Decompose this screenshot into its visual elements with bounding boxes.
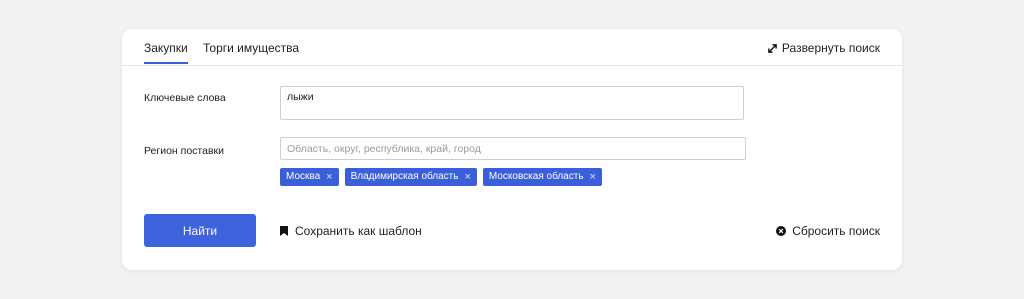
tab-property-auctions[interactable]: Торги имущества (203, 41, 299, 55)
find-button[interactable]: Найти (144, 214, 256, 247)
region-chip-label: Москва (286, 171, 321, 182)
remove-chip-icon[interactable]: × (590, 168, 596, 186)
save-template-label: Сохранить как шаблон (295, 224, 422, 238)
expand-search-label: Развернуть поиск (781, 41, 880, 55)
region-chip-label: Московская область (488, 171, 584, 182)
save-template-link[interactable]: Сохранить как шаблон (280, 224, 422, 238)
expand-search-link[interactable]: Развернуть поиск (768, 41, 880, 55)
tab-purchases[interactable]: Закупки (144, 41, 188, 64)
reset-search-link[interactable]: Сбросить поиск (776, 224, 880, 238)
region-input[interactable] (280, 137, 746, 160)
region-chip-moscow-oblast: Московская область × (482, 168, 602, 186)
keywords-field[interactable]: лыжи (280, 86, 744, 120)
keywords-label: Ключевые слова (144, 92, 226, 104)
region-label: Регион поставки (144, 145, 224, 157)
close-circle-icon (776, 226, 787, 236)
region-chip-moscow: Москва × (280, 168, 339, 186)
tabs-bar: Закупки Торги имущества Развернуть поиск (122, 29, 902, 66)
remove-chip-icon[interactable]: × (464, 168, 470, 186)
remove-chip-icon[interactable]: × (326, 168, 332, 186)
region-chip-vladimir: Владимирская область × (344, 168, 477, 186)
bookmark-icon (280, 226, 288, 236)
reset-search-label: Сбросить поиск (792, 224, 880, 238)
expand-arrows-icon (768, 43, 777, 53)
region-chips: Москва × Владимирская область × Московск… (280, 168, 602, 186)
search-panel: Закупки Торги имущества Развернуть поиск… (122, 29, 902, 270)
region-chip-label: Владимирская область (350, 171, 459, 182)
